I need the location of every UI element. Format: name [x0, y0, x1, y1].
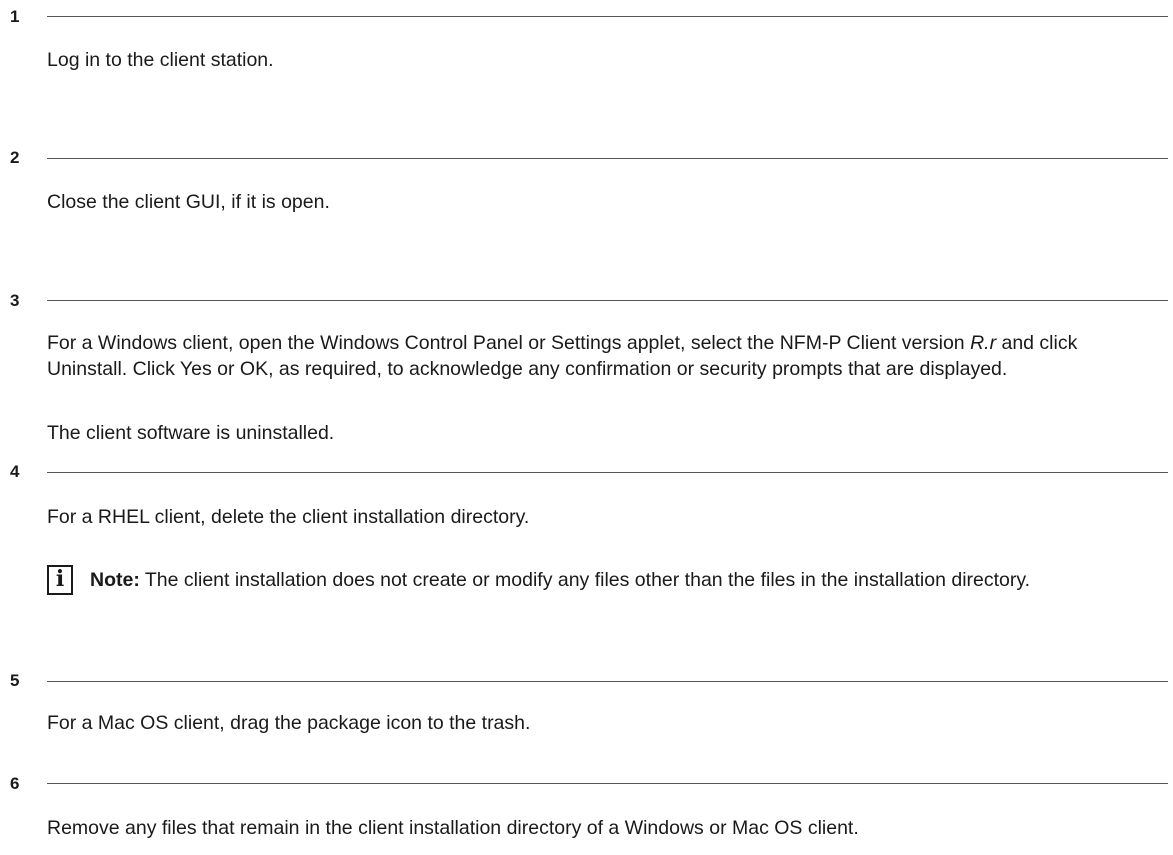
step-number: 3 — [10, 291, 20, 310]
step-divider — [47, 783, 1168, 784]
step-number: 1 — [10, 7, 20, 26]
step-number: 4 — [10, 462, 20, 481]
info-icon: i — [47, 565, 73, 595]
step-text: Close the client GUI, if it is open. — [47, 191, 330, 213]
note-body: The client installation does not create … — [139, 569, 1031, 591]
version-placeholder: R.r — [970, 332, 997, 354]
note-label: Note: — [90, 569, 140, 591]
note-text: Note: The client installation does not c… — [90, 567, 1165, 593]
step-divider — [47, 158, 1168, 159]
step-text: For a RHEL client, delete the client ins… — [47, 506, 530, 528]
step-number: 5 — [10, 671, 20, 690]
step-text: Remove any files that remain in the clie… — [47, 817, 859, 839]
step-divider — [47, 681, 1168, 682]
step-number: 6 — [10, 774, 20, 793]
step-divider — [47, 300, 1168, 301]
step-number: 2 — [10, 148, 20, 167]
instruction-text: For a Windows client, open the Windows C… — [47, 332, 971, 354]
step-instruction: For a Windows client, open the Windows C… — [47, 330, 1162, 382]
step-divider — [47, 16, 1168, 17]
step-result: The client software is uninstalled. — [47, 422, 335, 444]
step-divider — [47, 472, 1168, 473]
step-text: Log in to the client station. — [47, 49, 274, 71]
step-text: For a Mac OS client, drag the package ic… — [47, 712, 531, 734]
